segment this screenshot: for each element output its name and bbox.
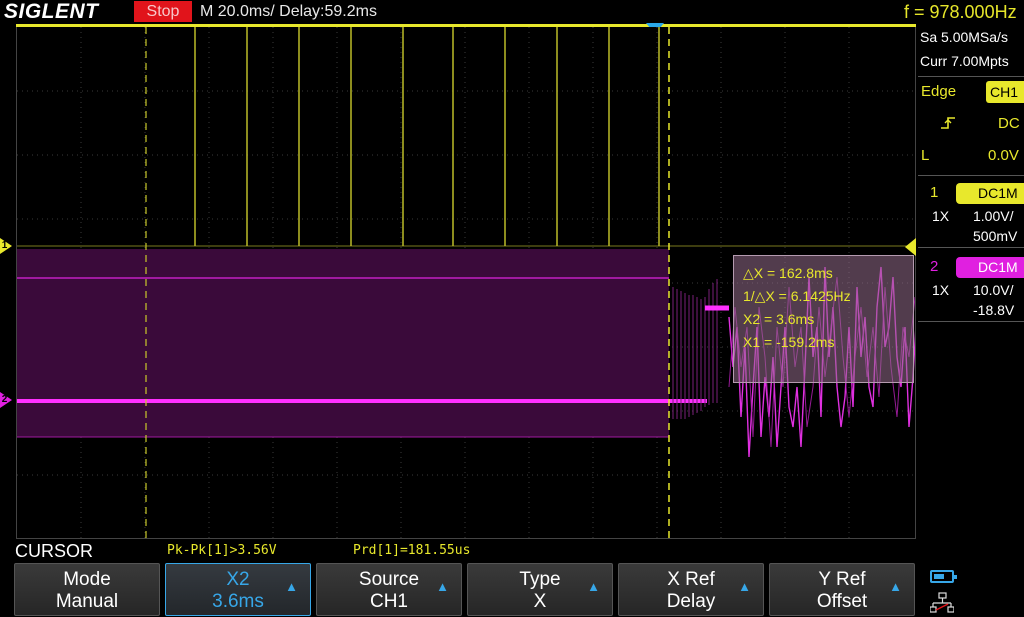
source-softkey-value: CH1 bbox=[369, 591, 408, 612]
ch1-probe: 1X bbox=[932, 208, 950, 224]
ch2-number: 2 bbox=[930, 258, 939, 275]
x2-softkey[interactable]: X2 3.6ms ▲ bbox=[165, 563, 311, 616]
ch2-probe: 1X bbox=[932, 282, 950, 298]
ch2-transition bbox=[672, 279, 718, 419]
type-softkey[interactable]: Type X ▲ bbox=[467, 563, 613, 616]
trigger-level: 0.0V bbox=[988, 147, 1019, 164]
mode-softkey-title: Mode bbox=[63, 569, 111, 590]
type-softkey-value: X bbox=[533, 591, 547, 612]
x2-readout: X2 = 3.6ms bbox=[743, 311, 815, 327]
ch1-offset: 500mV bbox=[973, 228, 1018, 244]
trigger-mode: L bbox=[921, 147, 930, 164]
trigger-info[interactable]: Edge CH1 DC L 0.0V bbox=[918, 76, 1024, 176]
up-arrow-icon: ▲ bbox=[436, 579, 449, 594]
yref-softkey[interactable]: Y Ref Offset ▲ bbox=[769, 563, 915, 616]
ch1-number: 1 bbox=[930, 184, 939, 201]
period-measurement: Prd[1]=181.55us bbox=[353, 543, 471, 558]
source-softkey[interactable]: Source CH1 ▲ bbox=[316, 563, 462, 616]
mode-softkey[interactable]: Mode Manual bbox=[14, 563, 160, 616]
x1-readout: X1 = -159.2ms bbox=[743, 334, 835, 350]
trigger-level-marker[interactable] bbox=[905, 238, 916, 256]
ch2-coupling: DC1M bbox=[956, 257, 1024, 278]
ch2-scale: 10.0V/ bbox=[973, 282, 1014, 298]
trigger-coupling: DC bbox=[998, 115, 1020, 132]
system-icons bbox=[920, 564, 1024, 617]
right-info-panel: Sa 5.00MSa/s Curr 7.00Mpts Edge CH1 DC L… bbox=[918, 24, 1024, 562]
frequency-counter: f = 978.000Hz bbox=[904, 2, 1017, 22]
up-arrow-icon: ▲ bbox=[587, 579, 600, 594]
cursor-readout-box: △X = 162.8ms 1/△X = 6.1425Hz X2 = 3.6ms … bbox=[733, 255, 914, 383]
softkey-bar: Mode Manual X2 3.6ms ▲ Source CH1 ▲ Type… bbox=[0, 562, 1024, 617]
ch1-info[interactable]: 1 DC1M 1X 1.00V/ 500mV bbox=[918, 180, 1024, 248]
delta-x-readout: △X = 162.8ms bbox=[743, 265, 833, 281]
xref-softkey-value: Delay bbox=[666, 591, 716, 612]
yref-softkey-value: Offset bbox=[816, 591, 868, 612]
ch1-marker-label: 1 bbox=[1, 240, 8, 251]
up-arrow-icon: ▲ bbox=[738, 579, 751, 594]
menu-status-line: CURSOR Pk-Pk[1]>3.56V Prd[1]=181.55us bbox=[0, 540, 918, 562]
trigger-source: CH1 bbox=[986, 81, 1024, 103]
mode-softkey-value: Manual bbox=[55, 591, 119, 612]
up-arrow-icon: ▲ bbox=[285, 579, 298, 594]
rising-edge-icon bbox=[940, 115, 956, 136]
brand-logo: SIGLENT bbox=[4, 0, 99, 23]
inverse-delta-x-readout: 1/△X = 6.1425Hz bbox=[743, 288, 851, 304]
run-stop-indicator[interactable]: Stop bbox=[134, 1, 192, 22]
pkpk-measurement: Pk-Pk[1]>3.56V bbox=[167, 543, 277, 558]
up-arrow-icon: ▲ bbox=[889, 579, 902, 594]
ch2-marker-label: 2 bbox=[1, 394, 8, 405]
ch1-coupling: DC1M bbox=[956, 183, 1024, 204]
trigger-type: Edge bbox=[921, 83, 957, 100]
x2-softkey-value: 3.6ms bbox=[212, 591, 264, 612]
xref-softkey[interactable]: X Ref Delay ▲ bbox=[618, 563, 764, 616]
memory-depth: Curr 7.00Mpts bbox=[920, 53, 1009, 69]
ch1-scale: 1.00V/ bbox=[973, 208, 1014, 224]
sample-rate: Sa 5.00MSa/s bbox=[920, 29, 1008, 45]
timebase-readout[interactable]: M 20.0ms/ Delay:59.2ms bbox=[200, 0, 377, 24]
network-icon[interactable] bbox=[929, 592, 955, 614]
top-status-bar: SIGLENT Stop M 20.0ms/ Delay:59.2ms f = … bbox=[0, 0, 1024, 24]
menu-title: CURSOR bbox=[15, 541, 94, 561]
battery-icon[interactable] bbox=[930, 570, 957, 583]
ch1-pulse-trace bbox=[17, 27, 915, 247]
ch2-offset: -18.8V bbox=[973, 302, 1015, 318]
ch2-info[interactable]: 2 DC1M 1X 10.0V/ -18.8V bbox=[918, 254, 1024, 322]
